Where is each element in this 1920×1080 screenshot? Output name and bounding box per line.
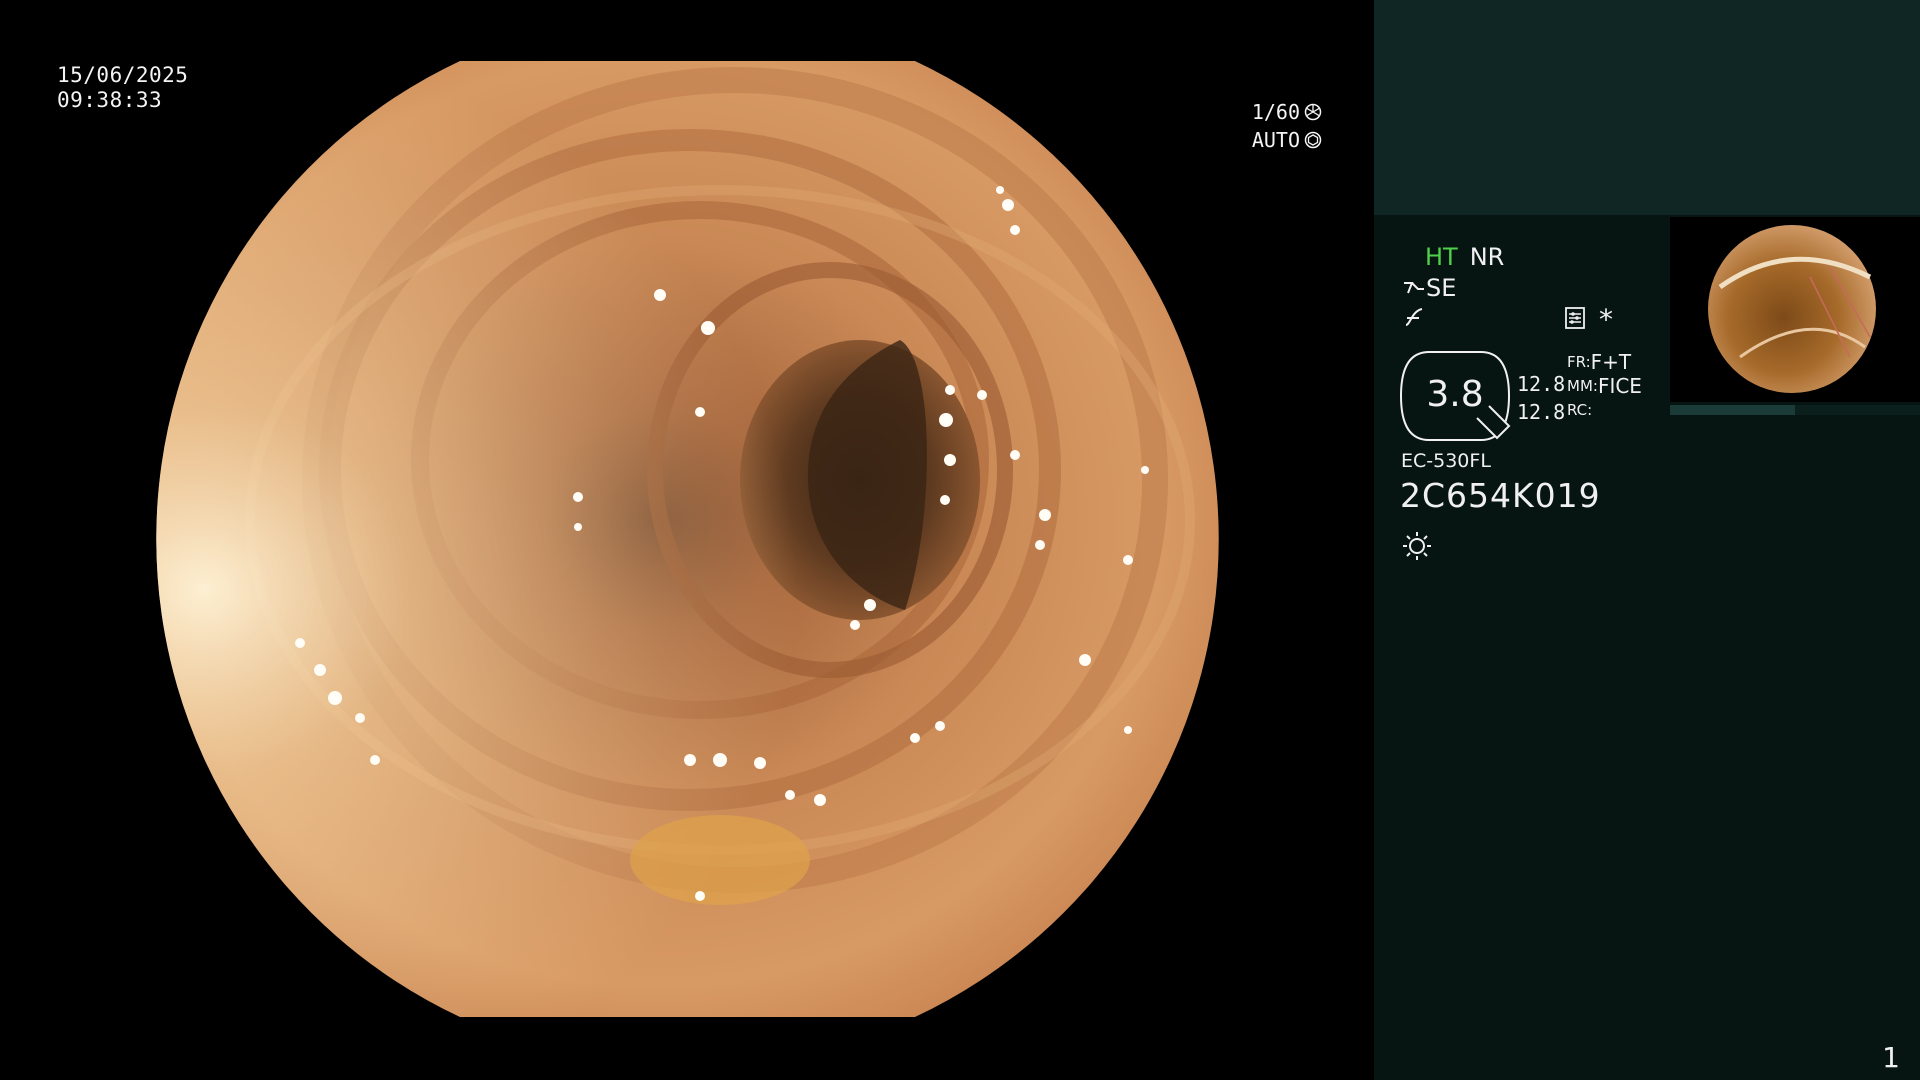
panel-header-area — [1374, 0, 1920, 215]
scope-model: EC-530FL — [1401, 450, 1491, 472]
enhancement-row: SE — [1402, 274, 1456, 302]
endoscopy-image — [156, 61, 1219, 1017]
shutter-value: 1/60 — [1251, 100, 1300, 124]
zoom-badge: 3.8 — [1399, 350, 1511, 442]
rc-label: RC: — [1567, 401, 1593, 419]
mm-row: MM: FICE — [1567, 374, 1642, 398]
capture-thumbnail[interactable] — [1670, 217, 1920, 402]
gamma-row — [1402, 305, 1426, 329]
page-number: 1 — [1882, 1041, 1900, 1074]
settings-icon — [1565, 307, 1585, 329]
processing-row: HT NR — [1425, 243, 1504, 271]
mm-label: MM: — [1567, 377, 1598, 395]
iris-mode: AUTO — [1252, 128, 1322, 152]
fr-row: FR: F+T — [1567, 350, 1631, 374]
light-source-icon — [1403, 532, 1431, 560]
thumbnail-image — [1708, 225, 1876, 393]
ratio-bottom: 12.8 — [1517, 400, 1566, 424]
fr-label: FR: — [1567, 353, 1591, 371]
info-panel: HT NR SE * 3.8 12.8 12.8 FR: F+T MM: FIC… — [1374, 0, 1920, 1080]
se-indicator: SE — [1426, 274, 1457, 302]
zoom-value: 3.8 — [1426, 374, 1484, 415]
gamma-icon — [1405, 308, 1423, 326]
ratio-top: 12.8 — [1517, 372, 1566, 396]
thumbnail-status-bar — [1670, 405, 1920, 415]
exam-date: 15/06/2025 — [57, 63, 189, 87]
ht-indicator: HT — [1425, 243, 1458, 271]
iris-value: AUTO — [1251, 128, 1300, 152]
exam-time: 09:38:33 — [57, 88, 163, 112]
scope-serial: 2C654K019 — [1400, 476, 1601, 515]
endoscope-main-view: 15/06/2025 09:38:33 1/60 AUTO — [0, 0, 1374, 1080]
shutter-icon — [1304, 103, 1322, 121]
thumbnail-status-fill — [1670, 405, 1795, 415]
fr-value: F+T — [1590, 350, 1632, 374]
iris-icon — [1304, 131, 1322, 149]
nr-indicator: NR — [1469, 243, 1505, 271]
enhance-icon — [1404, 282, 1424, 294]
mm-value: FICE — [1597, 374, 1642, 398]
rc-row: RC: — [1567, 401, 1592, 419]
shutter-speed: 1/60 — [1252, 100, 1322, 124]
asterisk-indicator: * — [1599, 303, 1613, 336]
